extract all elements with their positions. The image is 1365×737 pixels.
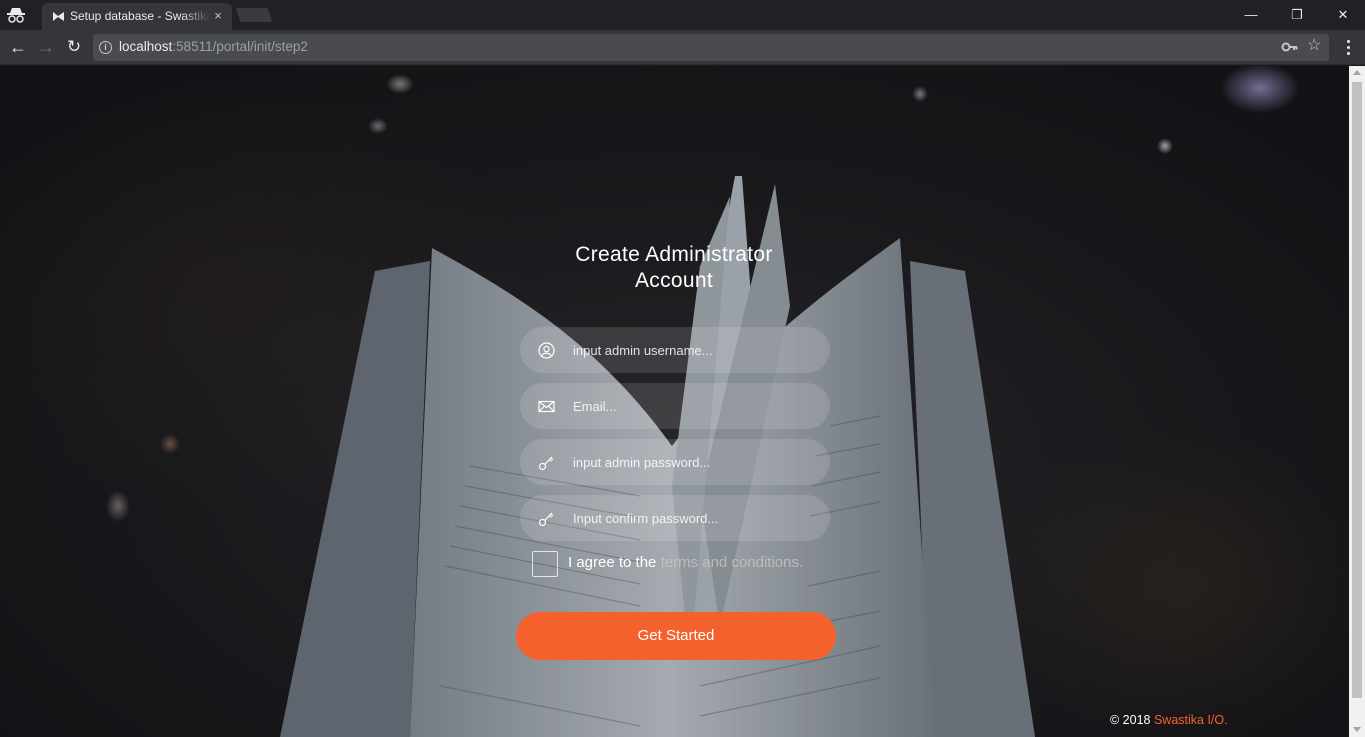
url-text[interactable]: localhost:58511/portal/init/step2 [119, 39, 308, 54]
page-title-line1: Create Administrator [575, 243, 773, 266]
tab-favicon-icon [53, 12, 64, 21]
tab-title: Setup database - Swastika [70, 9, 210, 23]
url-path: :58511/portal/init/step2 [172, 39, 308, 54]
scrollbar-thumb[interactable] [1352, 82, 1362, 698]
key-icon [538, 512, 554, 527]
info-icon[interactable]: i [99, 41, 112, 54]
key-icon [538, 456, 554, 471]
agree-checkbox[interactable] [532, 551, 558, 577]
email-input[interactable] [573, 395, 813, 417]
password-field[interactable] [520, 439, 830, 485]
window-minimize-button[interactable]: — [1228, 0, 1274, 30]
get-started-button[interactable]: Get Started [516, 612, 836, 660]
window-close-button[interactable]: ✕ [1320, 0, 1365, 30]
agree-label-text: I agree to the [568, 554, 661, 571]
new-tab-button[interactable] [235, 8, 273, 22]
address-bar[interactable]: i localhost:58511/portal/init/step2 ☆ [93, 34, 1329, 61]
email-field[interactable] [520, 383, 830, 429]
confirm-password-input[interactable] [573, 507, 813, 529]
browser-tab-active[interactable]: Setup database - Swastika × [42, 3, 232, 30]
confirm-password-field[interactable] [520, 495, 830, 541]
page-title-line2: Account [635, 269, 713, 292]
scroll-down-arrow-icon[interactable] [1353, 727, 1361, 732]
browser-titlebar: Setup database - Swastika × — ❐ ✕ [0, 0, 1365, 30]
username-input[interactable] [573, 339, 813, 361]
username-field[interactable] [520, 327, 830, 373]
password-input[interactable] [573, 451, 813, 473]
mail-icon [538, 400, 555, 413]
page-title: Create Administrator Account [524, 242, 824, 294]
menu-icon[interactable] [1340, 38, 1356, 58]
url-host: localhost [119, 39, 173, 54]
incognito-icon [7, 8, 25, 23]
footer-brand-link[interactable]: Swastika I/O. [1154, 713, 1228, 727]
footer-copyright: © 2018 Swastika I/O. [1110, 713, 1228, 727]
key-icon[interactable] [1281, 39, 1299, 55]
back-icon[interactable]: ← [6, 36, 30, 60]
agree-label: I agree to the terms and conditions. [568, 554, 803, 571]
terms-link[interactable]: terms and conditions. [661, 554, 804, 571]
reload-icon[interactable]: ↻ [62, 36, 86, 60]
forward-icon[interactable]: → [34, 36, 58, 60]
user-icon [538, 342, 555, 359]
page-background: Create Administrator Account I agree [0, 66, 1349, 737]
tab-close-icon[interactable]: × [210, 8, 226, 24]
window-maximize-button[interactable]: ❐ [1274, 0, 1320, 30]
star-icon[interactable]: ☆ [1307, 37, 1325, 55]
scroll-up-arrow-icon[interactable] [1353, 70, 1361, 75]
browser-toolbar: ← → ↻ i localhost:58511/portal/init/step… [0, 30, 1365, 65]
footer-copyright-text: © 2018 [1110, 713, 1154, 727]
